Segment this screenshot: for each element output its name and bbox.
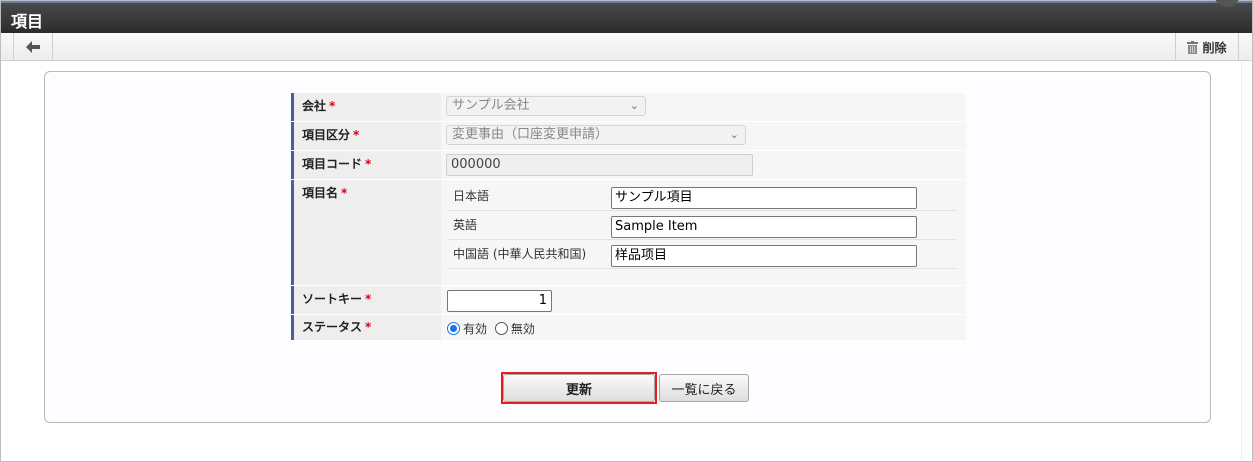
locale-label-en: 英語: [453, 218, 478, 232]
item-code-field: 000000: [446, 154, 753, 176]
required-mark: *: [341, 186, 348, 200]
toolbar: 削除: [1, 33, 1252, 61]
item-name-locale-row: 英語 Sample Item: [447, 211, 957, 240]
item-name-cell: 日本語 サンプル項目 英語 Sample Item 中国語 (中華人民共和国) …: [441, 180, 966, 285]
item-name-en-input[interactable]: Sample Item: [611, 216, 917, 238]
item-name-ja-input[interactable]: サンプル項目: [611, 187, 917, 209]
status-row: ステータス * 有効 無効: [291, 315, 966, 341]
status-cell: 有効 無効: [441, 315, 966, 340]
item-code-label: 項目コード *: [291, 151, 441, 179]
vertical-scrollbar[interactable]: [1241, 61, 1252, 461]
item-code-row: 項目コード * 000000: [291, 151, 966, 180]
required-mark: *: [353, 128, 360, 142]
page-title: 項目: [11, 12, 44, 31]
status-radio-inactive[interactable]: 無効: [494, 322, 535, 336]
required-mark: *: [365, 292, 372, 306]
required-mark: *: [329, 99, 336, 113]
required-mark: *: [365, 157, 372, 171]
status-label: ステータス *: [291, 315, 441, 340]
title-bar: 項目: [1, 0, 1252, 33]
item-name-zh-input[interactable]: 样品项目: [611, 245, 917, 267]
locale-label-zh: 中国語 (中華人民共和国): [453, 247, 587, 261]
item-name-locale-row: 日本語 サンプル項目: [447, 182, 957, 211]
required-mark: *: [365, 320, 372, 334]
item-category-select[interactable]: 変更事由（口座変更申請） ⌄: [446, 125, 746, 145]
item-form: 会社 * サンプル会社 ⌄ 項目区分 * 変更事由（口座変更申請） ⌄ 項目コード * 0…: [291, 93, 966, 341]
radio-unchecked-icon: [494, 322, 508, 335]
radio-checked-icon: [447, 322, 460, 335]
company-select[interactable]: サンプル会社 ⌄: [446, 96, 646, 116]
item-category-cell: 変更事由（口座変更申請） ⌄: [441, 122, 966, 150]
back-button[interactable]: [13, 33, 53, 61]
trash-icon: [1187, 40, 1199, 54]
item-category-row: 項目区分 * 変更事由（口座変更申請） ⌄: [291, 122, 966, 151]
item-name-locale-row: 中国語 (中華人民共和国) 样品项目: [447, 240, 957, 269]
company-cell: サンプル会社 ⌄: [441, 93, 966, 121]
delete-label: 削除: [1202, 40, 1227, 55]
item-category-label: 項目区分 *: [291, 122, 441, 150]
chevron-down-icon: ⌄: [729, 128, 739, 141]
company-label: 会社 *: [291, 93, 441, 121]
sort-key-row: ソートキー * 1: [291, 286, 966, 315]
window-corner-decoration: [1214, 0, 1240, 7]
sort-key-cell: 1: [441, 286, 966, 314]
sort-key-input[interactable]: 1: [447, 290, 552, 312]
arrow-left-icon: [26, 41, 40, 53]
highlight-frame: [501, 372, 657, 404]
item-name-row: 項目名 * 日本語 サンプル項目 英語 Sample Item 中国語 (中華人民…: [291, 180, 966, 286]
delete-button[interactable]: 削除: [1175, 33, 1239, 61]
back-to-list-button[interactable]: 一覧に戻る: [659, 374, 749, 402]
chevron-down-icon: ⌄: [629, 99, 639, 112]
status-radio-active[interactable]: 有効: [447, 322, 487, 336]
item-code-cell: 000000: [441, 151, 966, 179]
item-name-label: 項目名 *: [291, 180, 441, 285]
locale-label-ja: 日本語: [453, 189, 490, 203]
sort-key-label: ソートキー *: [291, 286, 441, 314]
company-row: 会社 * サンプル会社 ⌄: [291, 93, 966, 122]
